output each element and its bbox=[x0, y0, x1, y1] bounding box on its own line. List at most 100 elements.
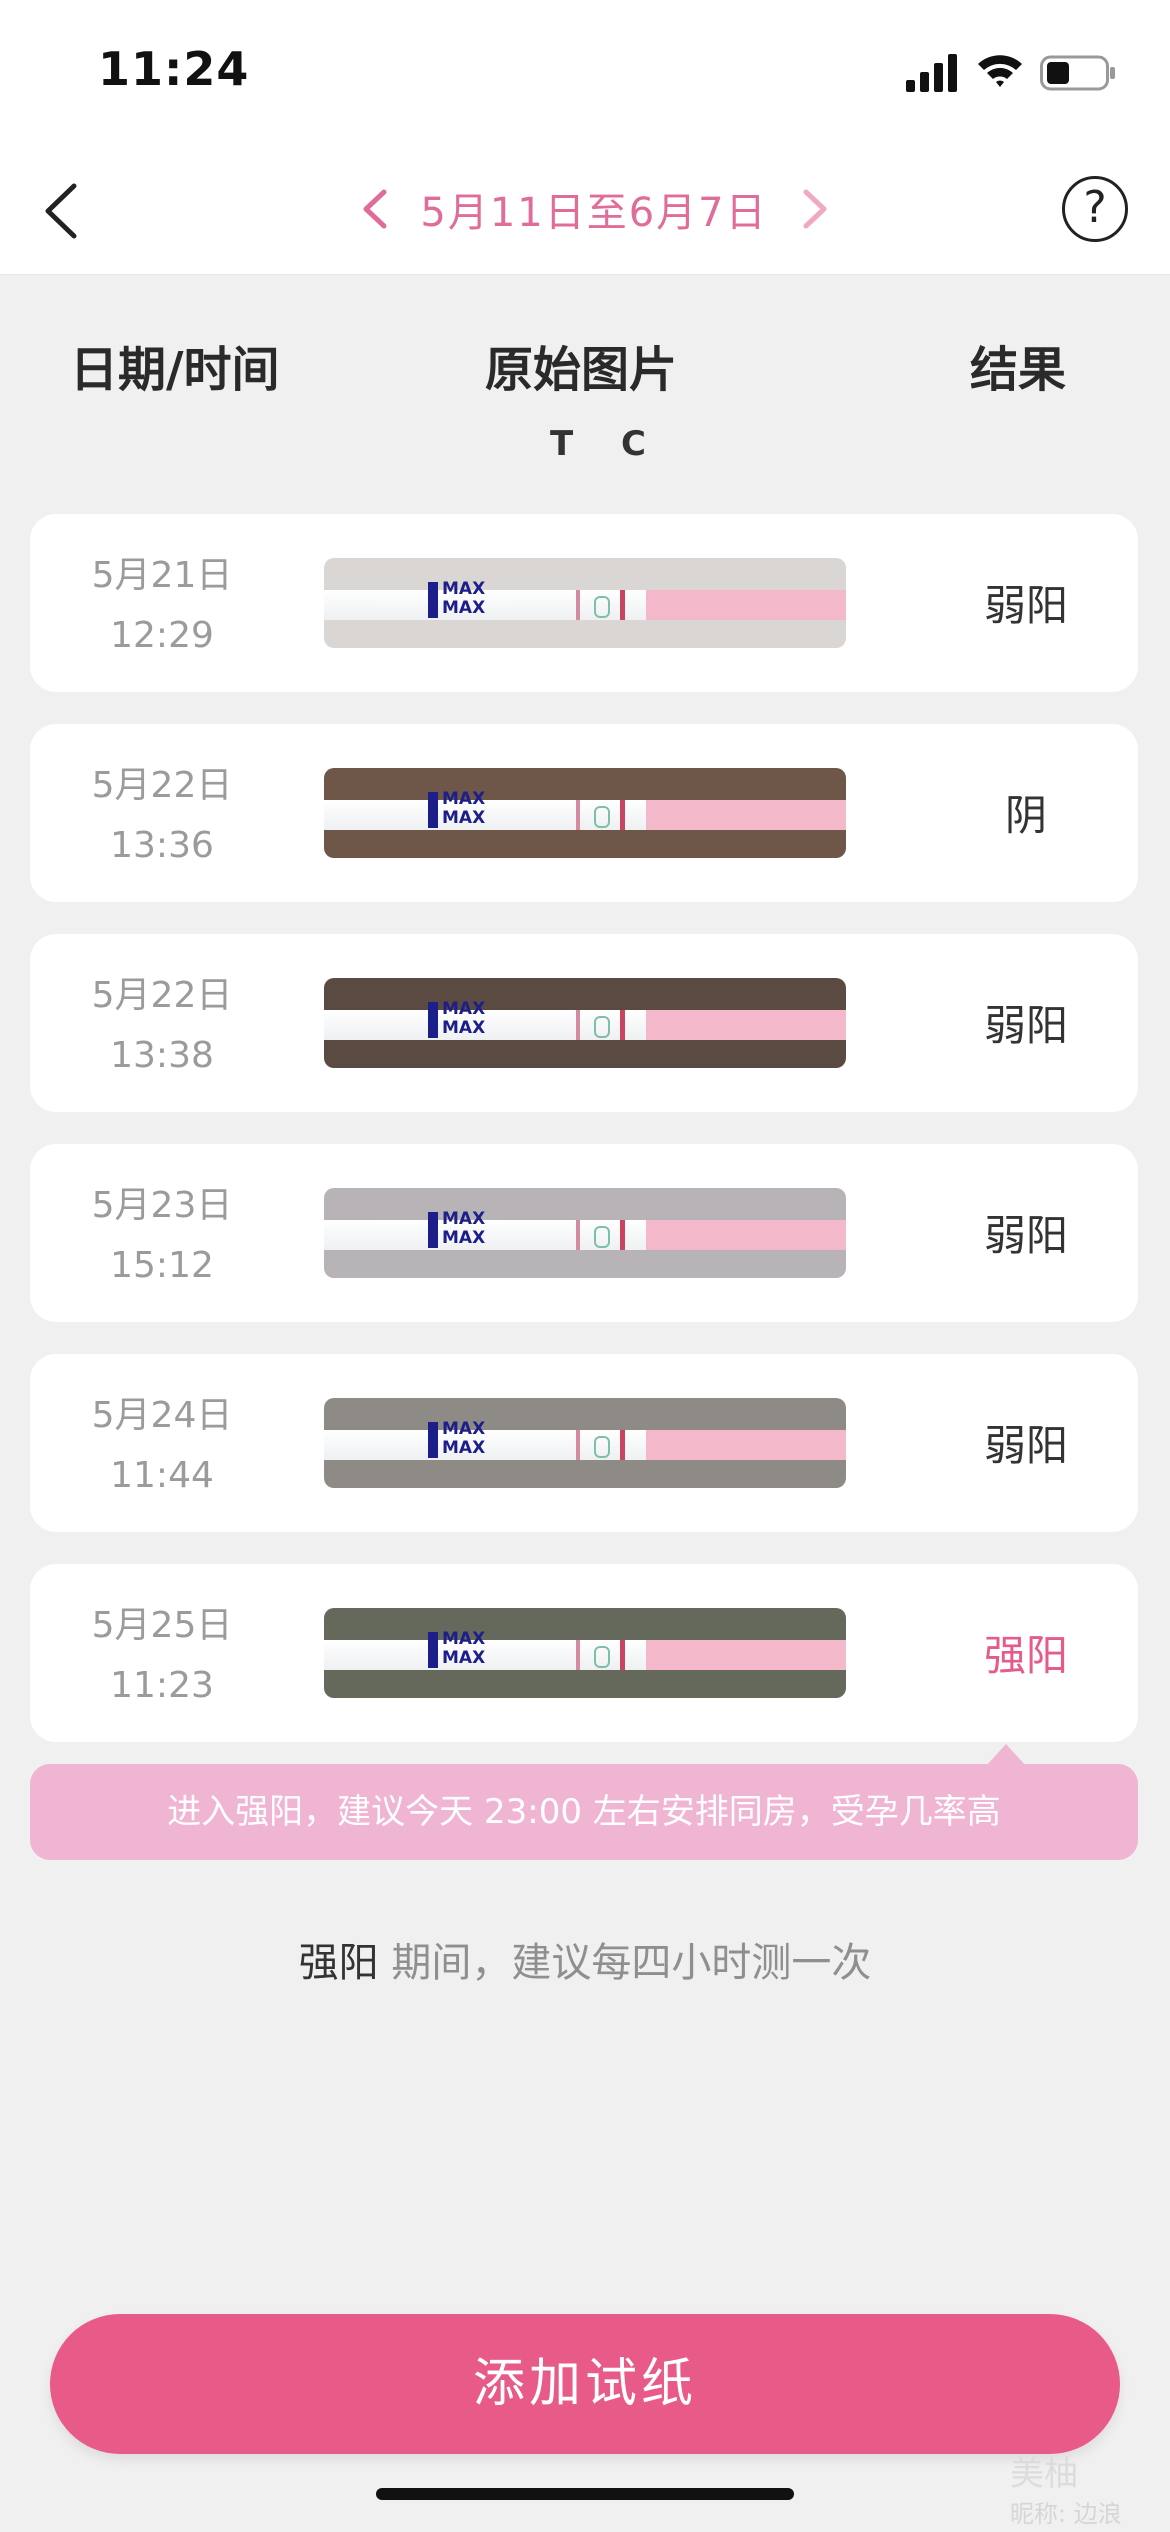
test-strip: MAX MAX bbox=[324, 1420, 846, 1460]
record-date: 5月22日 bbox=[91, 765, 233, 806]
control-line bbox=[620, 1010, 625, 1040]
record-result: 弱阳 bbox=[983, 1211, 1068, 1260]
column-header-result: 结果 bbox=[970, 342, 1067, 398]
status-time: 11:24 bbox=[98, 42, 250, 96]
strip-max-label: MAX MAX bbox=[442, 1420, 516, 1464]
wifi-icon bbox=[978, 55, 1022, 87]
test-record-row[interactable]: 5月21日 12:29 MAX MAX 弱阳 bbox=[30, 514, 1138, 692]
strip-max-text: MAX bbox=[442, 789, 486, 809]
test-line bbox=[576, 590, 580, 620]
strip-max-label: MAX MAX bbox=[442, 1630, 516, 1674]
record-time: 11:23 bbox=[110, 1665, 214, 1706]
test-strip: MAX MAX bbox=[324, 1630, 846, 1670]
column-header-date: 日期/时间 bbox=[70, 342, 280, 398]
strip-logo-mark bbox=[594, 1226, 610, 1248]
chevron-right-icon[interactable] bbox=[792, 182, 838, 236]
column-header-image: 原始图片 bbox=[485, 342, 678, 398]
strip-max-label: MAX MAX bbox=[442, 580, 516, 624]
control-line bbox=[620, 1220, 625, 1250]
strip-logo-mark bbox=[594, 1646, 610, 1668]
chevron-left-icon[interactable] bbox=[352, 182, 398, 236]
record-datetime: 5月21日 12:29 bbox=[30, 546, 294, 666]
strip-pink-end bbox=[646, 1430, 846, 1460]
test-record-row[interactable]: 5月22日 13:38 MAX MAX 弱阳 bbox=[30, 934, 1138, 1112]
record-result: 阴 bbox=[1004, 791, 1047, 840]
test-line bbox=[576, 1430, 580, 1460]
tc-label: T C bbox=[550, 424, 664, 464]
test-line bbox=[576, 1220, 580, 1250]
test-strip-photo[interactable]: MAX MAX bbox=[324, 1188, 846, 1278]
strip-max-label: MAX MAX bbox=[442, 790, 516, 834]
record-result: 弱阳 bbox=[983, 581, 1068, 630]
record-datetime: 5月22日 13:36 bbox=[30, 756, 294, 876]
strip-blue-handle bbox=[428, 1422, 438, 1458]
record-result: 弱阳 bbox=[983, 1001, 1068, 1050]
control-line bbox=[620, 800, 625, 830]
strip-pink-end bbox=[646, 800, 846, 830]
strip-pink-end bbox=[646, 1640, 846, 1670]
cellular-signal-icon bbox=[906, 54, 957, 92]
tip-pointer bbox=[986, 1744, 1026, 1766]
test-strip: MAX MAX bbox=[324, 790, 846, 830]
watermark-nickname: 昵称: 边浪 bbox=[1010, 2500, 1122, 2528]
date-range-title: 5月11日至6月7日 bbox=[420, 190, 768, 236]
navigation-bar: 5月11日至6月7日 ? bbox=[0, 150, 1170, 275]
record-date: 5月23日 bbox=[91, 1185, 233, 1226]
add-test-strip-button[interactable]: 添加试纸 bbox=[50, 2314, 1120, 2454]
advice-highlight: 强阳 bbox=[298, 1940, 379, 1986]
record-time: 15:12 bbox=[110, 1245, 214, 1286]
test-strip-photo[interactable]: MAX MAX bbox=[324, 768, 846, 858]
back-icon[interactable] bbox=[34, 176, 104, 246]
strip-max-text: MAX bbox=[442, 598, 486, 618]
strip-max-text: MAX bbox=[442, 1629, 486, 1649]
record-datetime: 5月22日 13:38 bbox=[30, 966, 294, 1086]
strip-logo-mark bbox=[594, 596, 610, 618]
test-record-row[interactable]: 5月23日 15:12 MAX MAX 弱阳 bbox=[30, 1144, 1138, 1322]
record-time: 11:44 bbox=[110, 1455, 214, 1496]
help-button[interactable]: ? bbox=[1062, 176, 1128, 242]
test-strip: MAX MAX bbox=[324, 580, 846, 620]
test-record-row[interactable]: 5月24日 11:44 MAX MAX 弱阳 bbox=[30, 1354, 1138, 1532]
record-time: 13:36 bbox=[110, 825, 214, 866]
record-result: 强阳 bbox=[983, 1631, 1068, 1680]
strip-pink-end bbox=[646, 590, 846, 620]
test-strip-photo[interactable]: MAX MAX bbox=[324, 978, 846, 1068]
control-line bbox=[620, 1430, 625, 1460]
test-frequency-advice: 强阳 期间，建议每四小时测一次 bbox=[0, 1930, 1170, 1988]
test-record-row[interactable]: 5月22日 13:36 MAX MAX 阴 bbox=[30, 724, 1138, 902]
record-result: 弱阳 bbox=[983, 1421, 1068, 1470]
record-date: 5月24日 bbox=[91, 1395, 233, 1436]
advice-text: 期间，建议每四小时测一次 bbox=[378, 1940, 872, 1986]
strip-pink-end bbox=[646, 1010, 846, 1040]
control-line bbox=[620, 590, 625, 620]
control-line bbox=[620, 1640, 625, 1670]
strip-max-text: MAX bbox=[442, 1018, 486, 1038]
strip-max-text: MAX bbox=[442, 1209, 486, 1229]
strip-max-text: MAX bbox=[442, 1648, 486, 1668]
strip-blue-handle bbox=[428, 1632, 438, 1668]
battery-icon bbox=[1040, 55, 1115, 91]
record-datetime: 5月25日 11:23 bbox=[30, 1596, 294, 1716]
strip-max-text: MAX bbox=[442, 1419, 486, 1439]
strip-max-text: MAX bbox=[442, 1228, 486, 1248]
strip-max-text: MAX bbox=[442, 808, 486, 828]
test-strip: MAX MAX bbox=[324, 1000, 846, 1040]
test-line bbox=[576, 800, 580, 830]
record-time: 13:38 bbox=[110, 1035, 214, 1076]
record-datetime: 5月23日 15:12 bbox=[30, 1176, 294, 1296]
record-datetime: 5月24日 11:44 bbox=[30, 1386, 294, 1506]
strip-max-text: MAX bbox=[442, 999, 486, 1019]
test-record-row[interactable]: 5月25日 11:23 MAX MAX 强阳 bbox=[30, 1564, 1138, 1742]
record-time: 12:29 bbox=[110, 615, 214, 656]
status-bar: 11:24 bbox=[0, 0, 1170, 150]
test-strip: MAX MAX bbox=[324, 1210, 846, 1250]
test-line bbox=[576, 1640, 580, 1670]
test-strip-photo[interactable]: MAX MAX bbox=[324, 1398, 846, 1488]
strip-blue-handle bbox=[428, 1002, 438, 1038]
test-strip-photo[interactable]: MAX MAX bbox=[324, 1608, 846, 1698]
strip-max-text: MAX bbox=[442, 1438, 486, 1458]
strip-max-label: MAX MAX bbox=[442, 1210, 516, 1254]
strip-max-text: MAX bbox=[442, 579, 486, 599]
record-date: 5月22日 bbox=[91, 975, 233, 1016]
test-strip-photo[interactable]: MAX MAX bbox=[324, 558, 846, 648]
